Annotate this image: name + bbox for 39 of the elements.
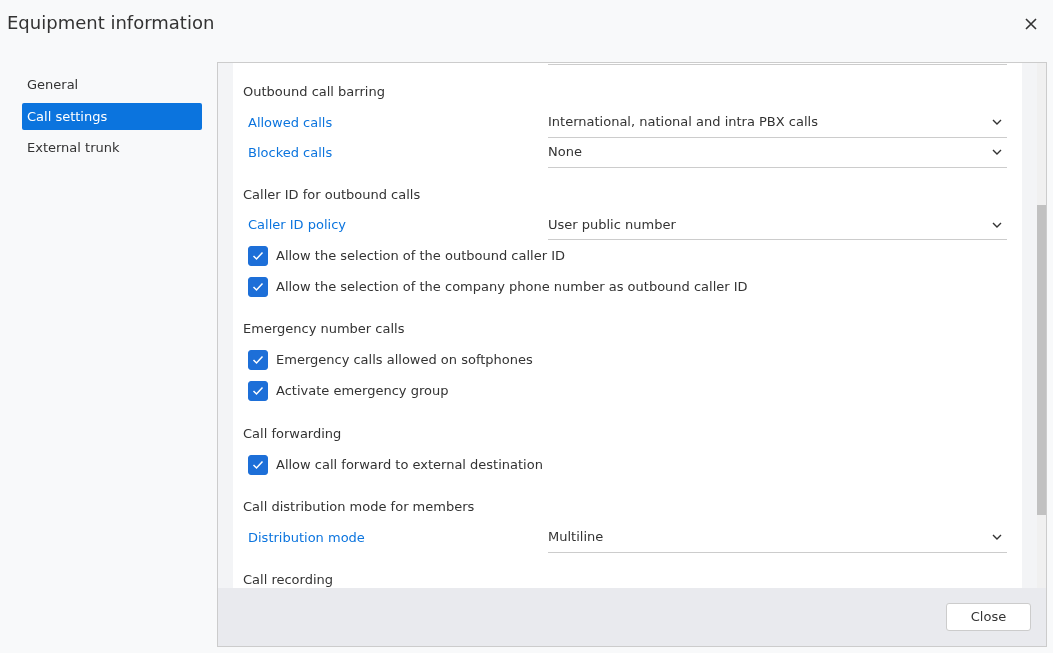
- close-button[interactable]: Close: [946, 603, 1031, 631]
- checkbox-label: Allow call forward to external destination: [276, 455, 543, 474]
- sidebar-item[interactable]: General: [22, 71, 202, 99]
- field-label: Caller ID policy: [248, 216, 347, 235]
- checkbox-label: Allow the selection of the company phone number as outbound caller ID: [276, 277, 748, 296]
- section-title: Call forwarding: [243, 424, 343, 443]
- chevron-down-icon: [992, 221, 1002, 228]
- checkmark-icon: [252, 386, 264, 396]
- chevron-down-icon: [992, 119, 1002, 125]
- sidebar-item[interactable]: Call settings: [22, 102, 202, 130]
- section-title: Emergency number calls: [243, 320, 406, 338]
- section-title: Caller ID for outbound calls: [243, 185, 422, 204]
- field-label: Distribution mode: [248, 528, 366, 547]
- checkbox[interactable]: [248, 454, 268, 475]
- section-title: Call recording: [243, 570, 335, 588]
- chevron-down-icon: [992, 149, 1002, 155]
- scrollbar-thumb[interactable]: [1037, 205, 1046, 515]
- dropdown-field[interactable]: User public number: [548, 210, 1007, 240]
- section-title: Outbound call barring: [243, 83, 386, 101]
- field-label: Allowed calls: [248, 113, 334, 132]
- checkbox[interactable]: [248, 350, 268, 370]
- checkmark-icon: [252, 355, 264, 365]
- checkmark-icon: [252, 250, 264, 261]
- checkbox-label: Activate emergency group: [276, 382, 449, 401]
- dropdown-field[interactable]: Multiline: [548, 522, 1007, 553]
- dropdown-field[interactable]: None: [548, 137, 1007, 168]
- section-title: Call distribution mode for members: [243, 498, 476, 516]
- checkbox[interactable]: [248, 381, 268, 401]
- checkbox-label: Allow the selection of the outbound caller ID: [276, 246, 565, 265]
- checkbox-label: Emergency calls allowed on softphones: [276, 351, 533, 370]
- field-label: Blocked calls: [248, 143, 334, 162]
- checkbox[interactable]: [248, 245, 268, 266]
- dropdown-field[interactable]: International, national and intra PBX calls: [548, 107, 1007, 138]
- sidebar-item[interactable]: External trunk: [22, 134, 202, 162]
- window-title: Equipment information: [7, 10, 215, 35]
- checkbox[interactable]: [248, 276, 268, 297]
- checkmark-icon: [252, 459, 264, 470]
- chevron-down-icon: [992, 534, 1002, 540]
- checkmark-icon: [252, 281, 264, 292]
